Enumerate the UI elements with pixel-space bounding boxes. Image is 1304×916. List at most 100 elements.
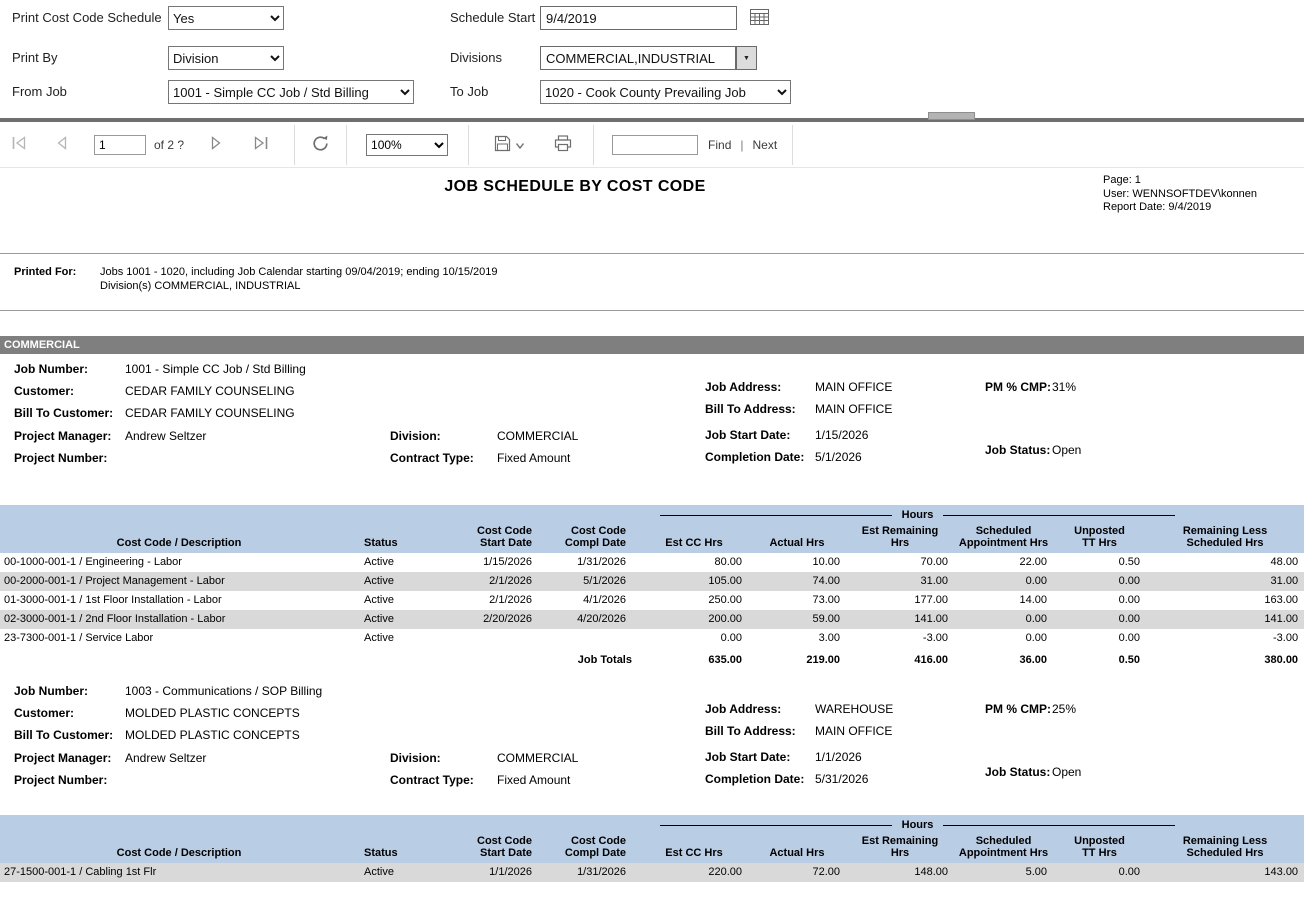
cell-actual-hrs: 10.00: [748, 553, 846, 572]
job-header-block: Job Number: 1001 - Simple CC Job / Std B…: [0, 354, 1304, 482]
cell-cost-code: 00-2000-001-1 / Project Management - Lab…: [0, 572, 358, 591]
cell-status: Active: [358, 553, 456, 572]
field-label-pm-pct-cmp: PM % CMP:: [985, 702, 1051, 716]
find-input[interactable]: [612, 135, 698, 155]
col-header-est-remaining-hrs: Est Remaining Hrs: [846, 835, 954, 863]
section-header-commercial: COMMERCIAL: [0, 336, 1304, 354]
total-remaining-less-scheduled: 380.00: [1146, 648, 1304, 670]
print-button[interactable]: [551, 133, 575, 157]
cell-remaining-less-scheduled: -3.00: [1146, 629, 1304, 648]
col-header-status: Status: [358, 525, 456, 553]
hours-group-label: Hours: [902, 819, 934, 831]
cell-est-cc-hrs: 105.00: [640, 572, 748, 591]
cell-est-cc-hrs: 250.00: [640, 591, 748, 610]
toolbar-separator: [593, 125, 594, 165]
col-header-remaining-less-scheduled: Remaining Less Scheduled Hrs: [1146, 525, 1304, 553]
cell-start-date: 2/20/2026: [456, 610, 546, 629]
hours-left-line: [660, 825, 892, 826]
field-label-customer: Customer:: [14, 706, 74, 720]
previous-page-button[interactable]: [54, 134, 70, 155]
field-label-project-number: Project Number:: [14, 451, 107, 465]
col-header-start-date: Cost Code Start Date: [456, 835, 546, 863]
cell-est-remaining-hrs: 148.00: [846, 863, 954, 882]
field-value-customer: CEDAR FAMILY COUNSELING: [125, 384, 295, 398]
schedule-start-calendar-button[interactable]: [748, 9, 770, 27]
first-page-button[interactable]: [8, 134, 30, 155]
cell-unposted-tt-hrs: 0.00: [1053, 629, 1146, 648]
field-value-division: COMMERCIAL: [497, 751, 578, 765]
job-header-block: Job Number: 1003 - Communications / SOP …: [0, 676, 1304, 804]
col-header-unposted-tt-hrs: Unposted TT Hrs: [1053, 835, 1146, 863]
page-count-label: of 2 ?: [154, 138, 184, 152]
save-icon: [494, 135, 511, 155]
params-report-splitter[interactable]: [0, 112, 1304, 122]
last-page-icon: [253, 136, 269, 153]
from-job-select[interactable]: 1001 - Simple CC Job / Std Billing: [168, 80, 414, 104]
field-value-job-status: Open: [1052, 765, 1081, 779]
cell-est-cc-hrs: 220.00: [640, 863, 748, 882]
printed-for-block: Printed For: Jobs 1001 - 1020, including…: [0, 254, 1304, 310]
field-value-completion-date: 5/31/2026: [815, 772, 868, 786]
cell-start-date: 1/1/2026: [456, 863, 546, 882]
table-row: 01-3000-001-1 / 1st Floor Installation -…: [0, 591, 1304, 610]
cell-compl-date: 4/1/2026: [546, 591, 640, 610]
cell-start-date: [456, 629, 546, 648]
export-button[interactable]: [491, 133, 527, 157]
cell-scheduled-appt-hrs: 14.00: [954, 591, 1053, 610]
field-label-contract-type: Contract Type:: [390, 773, 474, 787]
to-job-select[interactable]: 1020 - Cook County Prevailing Job: [540, 80, 791, 104]
field-label-job-start-date: Job Start Date:: [705, 750, 790, 764]
field-label-job-status: Job Status:: [985, 765, 1050, 779]
col-header-compl-date: Cost Code Compl Date: [546, 525, 640, 553]
divisions-input[interactable]: [540, 46, 736, 70]
find-next-link[interactable]: Next: [753, 138, 778, 152]
toolbar-separator: [792, 125, 793, 165]
field-label-job-start-date: Job Start Date:: [705, 428, 790, 442]
field-label-division: Division:: [390, 751, 441, 765]
field-label-contract-type: Contract Type:: [390, 451, 474, 465]
find-link[interactable]: Find: [708, 138, 731, 152]
table-row: 27-1500-001-1 / Cabling 1st Flr Active 1…: [0, 863, 1304, 882]
divisions-dropdown-button[interactable]: ▼: [736, 46, 757, 70]
report-toolbar: of 2 ? 100%: [0, 122, 1304, 168]
field-label-bill-to-customer: Bill To Customer:: [14, 728, 113, 742]
print-cost-code-schedule-select[interactable]: Yes: [168, 6, 284, 30]
col-header-actual-hrs: Actual Hrs: [748, 835, 846, 863]
cell-remaining-less-scheduled: 31.00: [1146, 572, 1304, 591]
user-label: User: WENNSOFTDEV\konnen: [1103, 188, 1257, 202]
printed-for-line-2: Division(s) COMMERCIAL, INDUSTRIAL: [100, 280, 300, 292]
schedule-start-input[interactable]: [540, 6, 737, 30]
field-value-job-status: Open: [1052, 443, 1081, 457]
cell-compl-date: 1/31/2026: [546, 553, 640, 572]
splitter-handle[interactable]: [928, 112, 975, 120]
cell-scheduled-appt-hrs: 0.00: [954, 610, 1053, 629]
print-by-select[interactable]: Division: [168, 46, 284, 70]
field-value-project-manager: Andrew Seltzer: [125, 429, 206, 443]
page-number-label: Page: 1: [1103, 174, 1257, 188]
page-number-input[interactable]: [94, 135, 146, 155]
zoom-select[interactable]: 100%: [366, 134, 448, 156]
field-label-bill-to-address: Bill To Address:: [705, 402, 796, 416]
last-page-button[interactable]: [250, 134, 272, 155]
cell-scheduled-appt-hrs: 5.00: [954, 863, 1053, 882]
field-label-customer: Customer:: [14, 384, 74, 398]
col-header-cost-code: Cost Code / Description: [0, 525, 358, 553]
table-header: Hours Cost Code / Description Status Cos…: [0, 505, 1304, 553]
cell-actual-hrs: 72.00: [748, 863, 846, 882]
cell-status: Active: [358, 591, 456, 610]
cell-est-remaining-hrs: 177.00: [846, 591, 954, 610]
field-label-project-manager: Project Manager:: [14, 429, 111, 443]
field-label-project-number: Project Number:: [14, 773, 107, 787]
col-header-cost-code: Cost Code / Description: [0, 835, 358, 863]
to-job-label: To Job: [450, 84, 488, 99]
field-value-bill-to-address: MAIN OFFICE: [815, 402, 892, 416]
next-page-button[interactable]: [208, 134, 224, 155]
col-header-scheduled-appt-hrs: Scheduled Appointment Hrs: [954, 835, 1053, 863]
hours-left-line: [660, 515, 892, 516]
field-label-completion-date: Completion Date:: [705, 450, 804, 464]
divider: [0, 310, 1304, 311]
cell-cost-code: 23-7300-001-1 / Service Labor: [0, 629, 358, 648]
refresh-button[interactable]: [308, 132, 333, 158]
cell-scheduled-appt-hrs: 22.00: [954, 553, 1053, 572]
report-meta: Page: 1 User: WENNSOFTDEV\konnen Report …: [1103, 174, 1257, 215]
